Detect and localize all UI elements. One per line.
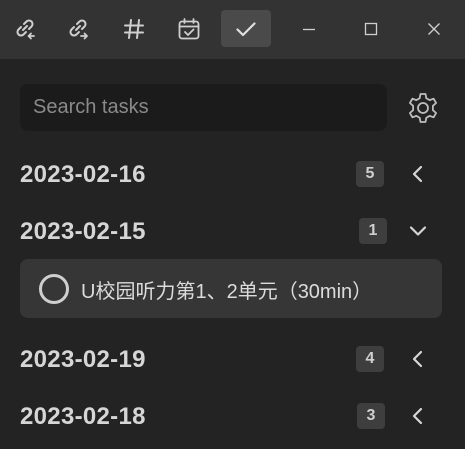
search-box (20, 84, 387, 131)
link-incoming-icon (16, 18, 35, 39)
hashtag-icon (124, 18, 144, 39)
group-date-label: 2023-02-16 (20, 161, 146, 188)
task-checkbox[interactable] (39, 274, 69, 304)
maximize-icon (364, 22, 378, 35)
group-date-label: 2023-02-18 (20, 403, 146, 430)
tags-button[interactable] (109, 10, 159, 47)
tasks-button[interactable] (221, 10, 271, 47)
chevron-left-icon[interactable] (406, 162, 430, 186)
maximize-button[interactable] (349, 10, 393, 47)
task-label: U校园听力第1、2单元（30min） (81, 281, 373, 303)
chevron-down-icon[interactable] (406, 219, 430, 243)
date-group-header[interactable]: 2023-02-15 1 (20, 211, 445, 251)
outgoing-links-button[interactable] (53, 10, 103, 47)
task-count-badge: 3 (357, 403, 385, 429)
backlinks-button[interactable] (0, 10, 50, 47)
date-group-header[interactable]: 2023-02-16 5 (20, 154, 445, 194)
calendar-check-icon (178, 17, 200, 39)
checkmark-icon (236, 21, 256, 36)
link-outgoing-icon (69, 18, 88, 39)
chevron-left-icon[interactable] (406, 404, 430, 428)
minimize-button[interactable] (287, 10, 331, 47)
date-group-header[interactable]: 2023-02-19 4 (20, 339, 445, 379)
task-count-badge: 1 (359, 218, 387, 244)
group-date-label: 2023-02-19 (20, 346, 146, 373)
minimize-icon (303, 28, 315, 30)
task-count-badge: 5 (356, 161, 384, 187)
close-button[interactable] (412, 10, 456, 47)
close-icon (428, 22, 440, 35)
title-bar (0, 0, 465, 59)
search-input[interactable] (20, 84, 387, 131)
chevron-left-icon[interactable] (406, 347, 430, 371)
settings-button[interactable] (405, 90, 441, 126)
calendar-button[interactable] (164, 10, 214, 47)
gear-icon (409, 93, 437, 123)
group-date-label: 2023-02-15 (20, 218, 146, 245)
task-count-badge: 4 (356, 346, 384, 372)
date-group-header[interactable]: 2023-02-18 3 (20, 396, 445, 436)
task-item[interactable]: U校园听力第1、2单元（30min） (20, 259, 442, 318)
